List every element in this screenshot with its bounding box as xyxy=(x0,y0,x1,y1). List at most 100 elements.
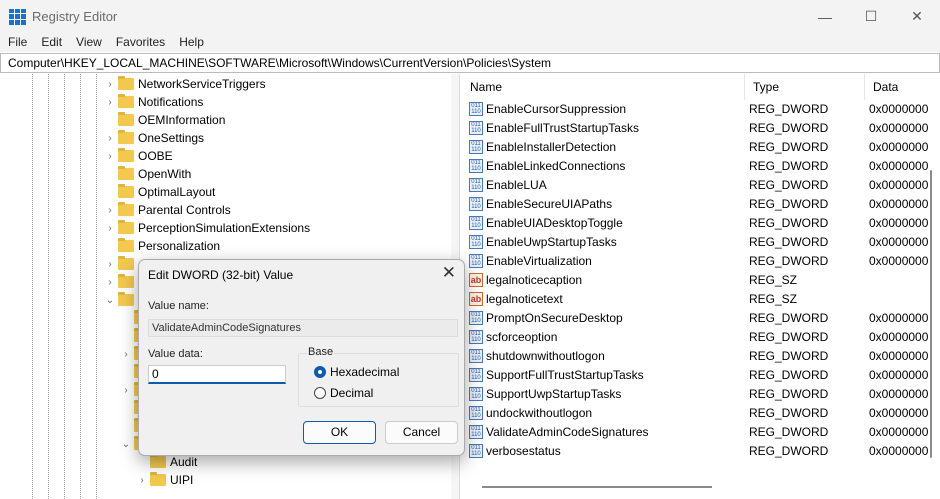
reg-binary-icon: 011 110 xyxy=(469,197,483,211)
value-name: undockwithoutlogon xyxy=(486,406,593,420)
value-data: 0x0000000 xyxy=(869,387,929,401)
tree-item-label: NetworkServiceTriggers xyxy=(138,77,266,91)
tree-item[interactable]: OpenWith xyxy=(104,165,191,183)
chevron-right-icon[interactable]: › xyxy=(120,385,132,396)
value-row[interactable]: 011 110 PromptOnSecureDesktop REG_DWORD 0… xyxy=(462,309,940,328)
close-button[interactable]: ✕ xyxy=(894,0,940,33)
menu-favorites[interactable]: Favorites xyxy=(116,33,165,52)
chevron-right-icon[interactable]: › xyxy=(136,475,148,486)
tree-item[interactable]: › OOBE xyxy=(104,147,173,165)
tree-item[interactable]: OEMInformation xyxy=(104,111,225,129)
reg-binary-icon: 011 110 xyxy=(469,140,483,154)
folder-icon xyxy=(118,148,134,162)
chevron-right-icon[interactable]: › xyxy=(104,97,116,108)
value-row[interactable]: 011 110 EnableCursorSuppression REG_DWORD… xyxy=(462,100,940,119)
value-row[interactable]: 011 110 EnableLUA REG_DWORD 0x0000000 xyxy=(462,176,940,195)
value-row[interactable]: 011 110 verbosestatus REG_DWORD 0x0000000 xyxy=(462,442,940,461)
folder-icon xyxy=(118,274,134,288)
column-data[interactable]: Data xyxy=(865,74,940,100)
folder-icon xyxy=(118,238,134,252)
title-bar: Registry Editor — ☐ ✕ xyxy=(0,0,940,33)
value-data-input[interactable]: 0 xyxy=(148,365,286,384)
column-name[interactable]: Name xyxy=(462,74,745,100)
value-row[interactable]: 011 110 EnableLinkedConnections REG_DWORD… xyxy=(462,157,940,176)
value-name: EnableVirtualization xyxy=(486,254,592,268)
reg-binary-icon: 011 110 xyxy=(469,368,483,382)
chevron-right-icon[interactable]: › xyxy=(120,349,132,360)
value-row[interactable]: 011 110 EnableFullTrustStartupTasks REG_D… xyxy=(462,119,940,138)
chevron-down-icon[interactable]: ⌄ xyxy=(120,439,132,450)
tree-item[interactable]: › PerceptionSimulationExtensions xyxy=(104,219,310,237)
chevron-right-icon[interactable]: › xyxy=(104,259,116,270)
chevron-right-icon[interactable]: › xyxy=(104,133,116,144)
tree-item[interactable]: ⌄ xyxy=(104,291,138,309)
chevron-right-icon[interactable]: › xyxy=(104,151,116,162)
value-row[interactable]: 011 110 shutdownwithoutlogon REG_DWORD 0x… xyxy=(462,347,940,366)
tree-item-label: Notifications xyxy=(138,95,204,109)
horizontal-scrollbar[interactable] xyxy=(482,486,712,488)
chevron-right-icon[interactable]: › xyxy=(104,277,116,288)
chevron-right-icon[interactable]: › xyxy=(104,205,116,216)
value-row[interactable]: 011 110 SupportUwpStartupTasks REG_DWORD … xyxy=(462,385,940,404)
value-row[interactable]: 011 110 scforceoption REG_DWORD 0x0000000 xyxy=(462,328,940,347)
value-row[interactable]: 011 110 undockwithoutlogon REG_DWORD 0x00… xyxy=(462,404,940,423)
value-row[interactable]: 011 110 ValidateAdminCodeSignatures REG_D… xyxy=(462,423,940,442)
chevron-right-icon[interactable]: › xyxy=(104,79,116,90)
folder-icon xyxy=(150,454,166,468)
value-type: REG_SZ xyxy=(749,273,798,287)
tree-item-label: Parental Controls xyxy=(138,203,231,217)
tree-item[interactable]: › UIPI xyxy=(136,471,193,489)
menu-view[interactable]: View xyxy=(76,33,102,52)
value-name-field: ValidateAdminCodeSignatures xyxy=(148,319,458,337)
tree-item[interactable]: Personalization xyxy=(104,237,220,255)
menu-bar: File Edit View Favorites Help xyxy=(0,33,940,52)
chevron-right-icon[interactable]: › xyxy=(104,223,116,234)
hexadecimal-radio[interactable]: Hexadecimal xyxy=(314,365,399,379)
decimal-radio[interactable]: Decimal xyxy=(314,386,373,400)
chevron-down-icon[interactable]: ⌄ xyxy=(104,295,116,306)
folder-icon xyxy=(118,202,134,216)
tree-item[interactable]: › xyxy=(104,273,138,291)
tree-item[interactable]: › NetworkServiceTriggers xyxy=(104,75,266,93)
menu-file[interactable]: File xyxy=(8,33,27,52)
value-name: SupportFullTrustStartupTasks xyxy=(486,368,644,382)
value-row[interactable]: 011 110 SupportFullTrustStartupTasks REG_… xyxy=(462,366,940,385)
tree-item[interactable]: › Notifications xyxy=(104,93,203,111)
value-data: 0x0000000 xyxy=(869,235,929,249)
tree-item[interactable]: OptimalLayout xyxy=(104,183,215,201)
reg-string-icon: ab xyxy=(469,292,483,306)
tree-item-label: OptimalLayout xyxy=(138,185,216,199)
minimize-button[interactable]: — xyxy=(802,0,848,33)
tree-item-label: UIPI xyxy=(170,473,194,487)
menu-edit[interactable]: Edit xyxy=(41,33,62,52)
maximize-button[interactable]: ☐ xyxy=(848,0,894,33)
ok-button[interactable]: OK xyxy=(303,421,376,444)
value-name-label: Value name: xyxy=(148,300,209,312)
value-data: 0x0000000 xyxy=(869,349,929,363)
value-row[interactable]: 011 110 EnableUwpStartupTasks REG_DWORD 0… xyxy=(462,233,940,252)
value-row[interactable]: 011 110 EnableInstallerDetection REG_DWOR… xyxy=(462,138,940,157)
tree-item-label: OneSettings xyxy=(138,131,205,145)
value-data: 0x0000000 xyxy=(869,254,929,268)
value-row[interactable]: 011 110 EnableUIADesktopToggle REG_DWORD … xyxy=(462,214,940,233)
tree-item[interactable]: › OneSettings xyxy=(104,129,204,147)
folder-icon xyxy=(118,94,134,108)
tree-guide-line xyxy=(64,74,65,499)
reg-binary-icon: 011 110 xyxy=(469,178,483,192)
value-row[interactable]: ab legalnoticetext REG_SZ xyxy=(462,290,940,309)
value-type: REG_SZ xyxy=(749,292,798,306)
column-type[interactable]: Type xyxy=(745,74,865,100)
reg-binary-icon: 011 110 xyxy=(469,406,483,420)
value-name: shutdownwithoutlogon xyxy=(486,349,605,363)
cancel-button[interactable]: Cancel xyxy=(385,421,458,444)
value-type: REG_DWORD xyxy=(749,254,829,268)
folder-icon xyxy=(118,292,134,306)
value-row[interactable]: 011 110 EnableVirtualization REG_DWORD 0x… xyxy=(462,252,940,271)
tree-item[interactable]: › xyxy=(104,255,138,273)
value-row[interactable]: ab legalnoticecaption REG_SZ xyxy=(462,271,940,290)
address-bar[interactable]: Computer\HKEY_LOCAL_MACHINE\SOFTWARE\Mic… xyxy=(0,53,940,73)
value-row[interactable]: 011 110 EnableSecureUIAPaths REG_DWORD 0x… xyxy=(462,195,940,214)
dialog-close-icon[interactable]: ✕ xyxy=(442,263,456,283)
menu-help[interactable]: Help xyxy=(179,33,204,52)
tree-item[interactable]: › Parental Controls xyxy=(104,201,231,219)
